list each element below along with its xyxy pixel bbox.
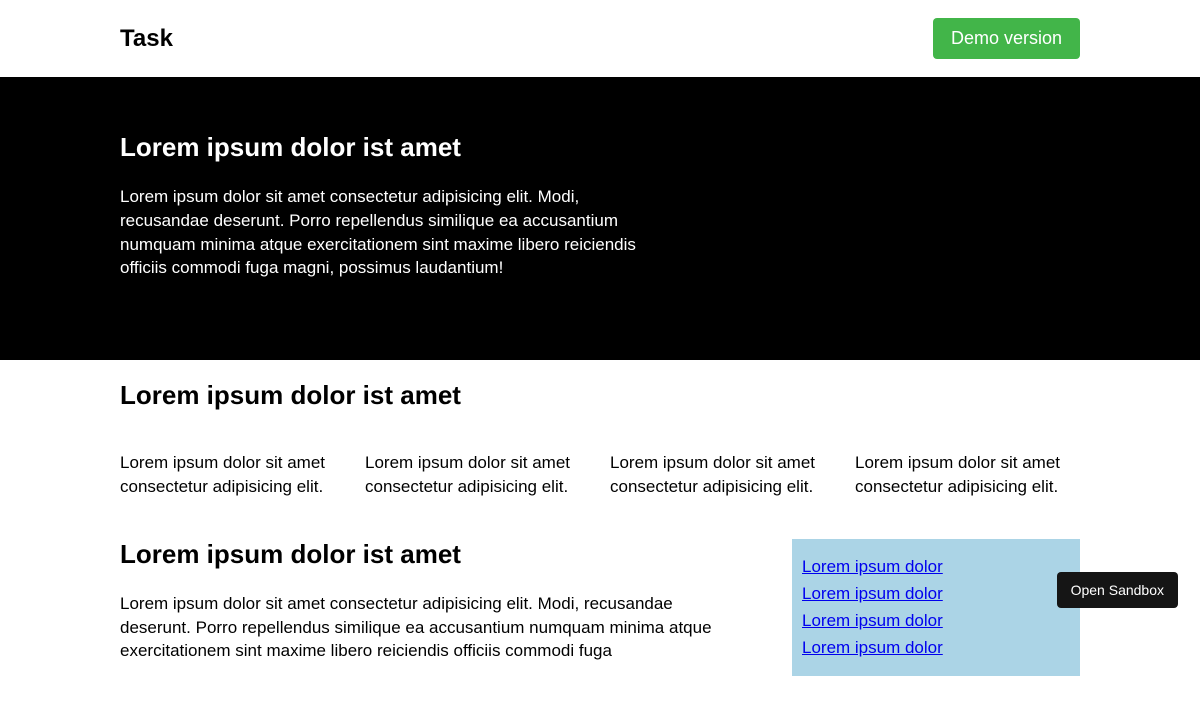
aside-links: Lorem ipsum dolor Lorem ipsum dolor Lore… xyxy=(792,539,1080,676)
aside-link[interactable]: Lorem ipsum dolor xyxy=(802,553,1070,580)
aside-link[interactable]: Lorem ipsum dolor xyxy=(802,607,1070,634)
hero-body: Lorem ipsum dolor sit amet consectetur a… xyxy=(120,185,640,280)
content-section: Lorem ipsum dolor ist amet Lorem ipsum d… xyxy=(0,529,1200,716)
aside-link[interactable]: Lorem ipsum dolor xyxy=(802,634,1070,661)
feature-item: Lorem ipsum dolor sit amet consectetur a… xyxy=(120,451,345,499)
article: Lorem ipsum dolor ist amet Lorem ipsum d… xyxy=(120,539,762,663)
aside-link[interactable]: Lorem ipsum dolor xyxy=(802,580,1070,607)
header: Task Demo version xyxy=(0,0,1200,77)
hero-title: Lorem ipsum dolor ist amet xyxy=(120,132,1080,163)
hero-section: Lorem ipsum dolor ist amet Lorem ipsum d… xyxy=(0,77,1200,360)
feature-item: Lorem ipsum dolor sit amet consectetur a… xyxy=(610,451,835,499)
article-title: Lorem ipsum dolor ist amet xyxy=(120,539,762,570)
feature-item: Lorem ipsum dolor sit amet consectetur a… xyxy=(365,451,590,499)
brand-title: Task xyxy=(120,25,173,53)
features-title: Lorem ipsum dolor ist amet xyxy=(120,380,1080,411)
features-section: Lorem ipsum dolor ist amet Lorem ipsum d… xyxy=(0,360,1200,529)
feature-item: Lorem ipsum dolor sit amet consectetur a… xyxy=(855,451,1080,499)
demo-version-button[interactable]: Demo version xyxy=(933,18,1080,59)
open-sandbox-button[interactable]: Open Sandbox xyxy=(1057,572,1178,608)
article-body: Lorem ipsum dolor sit amet consectetur a… xyxy=(120,592,720,663)
